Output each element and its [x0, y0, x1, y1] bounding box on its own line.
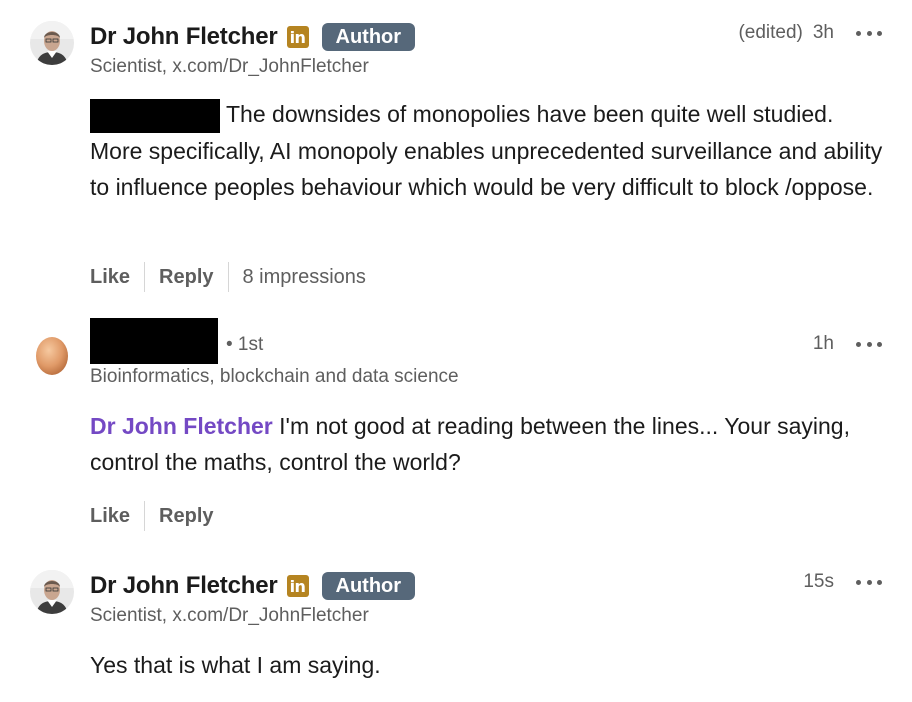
linkedin-icon: in [286, 575, 309, 597]
author-badge: Author [321, 572, 416, 600]
author-avatar-image [30, 570, 74, 614]
author-avatar[interactable] [30, 570, 74, 614]
comment-body: Yes that is what I am saying. [90, 652, 381, 678]
comment-3: Dr John Fletcher in Author Scientist, x.… [0, 0, 912, 702]
author-headline: Scientist, x.com/Dr_JohnFletcher [90, 605, 369, 626]
comment-meta: 15s [803, 571, 882, 593]
comment-text: Yes that is what I am saying. [90, 647, 890, 683]
author-name[interactable]: Dr John Fletcher [90, 572, 278, 600]
timestamp: 15s [803, 571, 834, 592]
author-header: Dr John Fletcher in Author [90, 569, 416, 603]
more-options-icon[interactable] [856, 572, 882, 592]
